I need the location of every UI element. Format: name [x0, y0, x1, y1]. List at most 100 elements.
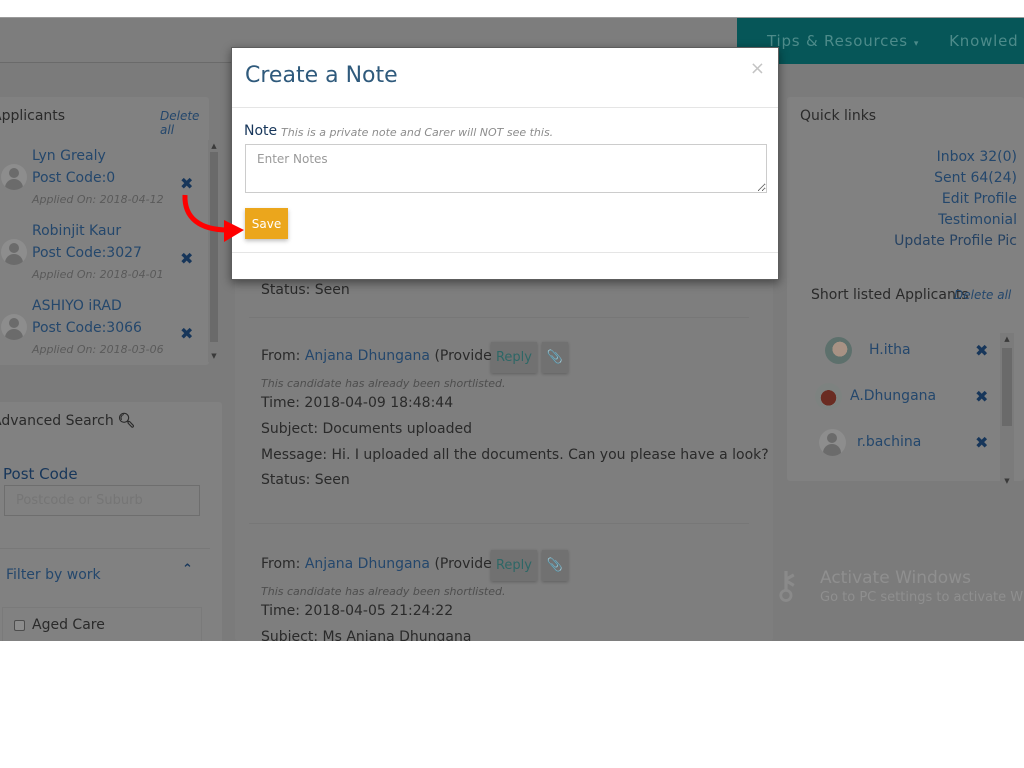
shortlisted-item[interactable]: H.itha ✖ [787, 333, 1002, 373]
applicant-item[interactable]: Lyn Grealy Post Code:0 Applied On: 2018-… [0, 137, 200, 212]
nav-tips-label: Tips & Resources [767, 32, 908, 50]
applicant-applied-on: Applied On: 2018-04-01 [32, 268, 164, 281]
avatar [825, 337, 852, 364]
applicant-post-code: Post Code:3027 [32, 245, 142, 261]
message-status: Status: Seen [261, 282, 350, 298]
shortlisted-name[interactable]: H.itha [869, 342, 911, 358]
applicant-item[interactable]: ASHIYO iRAD Post Code:3066 Applied On: 2… [0, 287, 200, 362]
reply-button[interactable]: Reply [491, 342, 537, 373]
shortlisted-delete-all-link[interactable]: Delete all [954, 288, 1011, 302]
save-button[interactable]: Save [245, 208, 288, 239]
nav-knowledge[interactable]: Knowled [949, 32, 1018, 50]
search-icon[interactable]: 🔍︎ [118, 413, 136, 429]
scroll-down-icon[interactable]: ▼ [1000, 477, 1014, 485]
message-subject: Subject: Ms Anjana Dhungana [261, 629, 472, 641]
applicant-name[interactable]: Lyn Grealy [32, 148, 106, 164]
attachment-icon[interactable]: 📎 [542, 550, 568, 581]
avatar [1, 314, 27, 340]
advanced-search-label: Advanced Search [0, 413, 114, 429]
note-textarea[interactable] [245, 144, 767, 193]
caret-down-icon: ▾ [913, 39, 920, 49]
quick-links-title: Quick links [800, 108, 877, 124]
remove-shortlisted-icon[interactable]: ✖ [975, 387, 988, 406]
key-icon: ⚷ [772, 563, 800, 607]
sender-name-link[interactable]: Anjana Dhungana [305, 348, 430, 364]
quick-link-update-profile-pic[interactable]: Update Profile Pic [894, 233, 1017, 249]
message-time: Time: 2018-04-05 21:24:22 [261, 603, 454, 619]
shortlisted-title: Short listed Applicants [811, 287, 969, 303]
post-code-input[interactable] [4, 485, 200, 516]
quick-link-testimonial[interactable]: Testimonial [938, 212, 1017, 228]
advanced-search-panel: Advanced Search🔍︎ Post Code Filter by wo… [0, 402, 222, 641]
remove-shortlisted-icon[interactable]: ✖ [975, 341, 988, 360]
scroll-up-icon[interactable]: ▲ [208, 142, 220, 150]
remove-applicant-icon[interactable]: ✖ [180, 249, 193, 268]
advanced-search-title: Advanced Search 🔍︎ [0, 413, 135, 429]
applicant-applied-on: Applied On: 2018-03-06 [32, 343, 164, 356]
applicants-list: Lyn Grealy Post Code:0 Applied On: 2018-… [0, 137, 200, 365]
watermark-subtitle: Go to PC settings to activate Windows. [820, 590, 1024, 605]
aged-care-label[interactable]: Aged Care [32, 617, 105, 633]
quick-link-inbox[interactable]: Inbox 32(0) [937, 149, 1017, 165]
shortlisted-scrollbar[interactable]: ▲ ▼ [1000, 333, 1014, 487]
avatar [815, 383, 842, 410]
message-from: From: Anjana Dhungana (Provider) [261, 348, 503, 364]
arrow-head [224, 220, 244, 242]
scroll-up-icon[interactable]: ▲ [1000, 335, 1014, 343]
quick-link-sent[interactable]: Sent 64(24) [934, 170, 1017, 186]
message-body: Message: Hi. I uploaded all the document… [261, 447, 769, 463]
message-item: From: Anjana Dhungana (Provider) Reply 📎… [249, 540, 749, 641]
scrollbar-thumb[interactable] [210, 152, 218, 342]
annotation-arrow-icon [182, 194, 244, 242]
reply-button[interactable]: Reply [491, 550, 537, 581]
message-subject: Subject: Documents uploaded [261, 421, 472, 437]
applicants-scrollbar[interactable]: ▲ ▼ [208, 140, 220, 362]
message-from: From: Anjana Dhungana (Provider) [261, 556, 503, 572]
remove-applicant-icon[interactable]: ✖ [180, 324, 193, 343]
modal-title: Create a Note [245, 63, 398, 88]
quick-link-edit-profile[interactable]: Edit Profile [942, 191, 1017, 207]
divider [232, 252, 778, 253]
avatar [1, 164, 27, 190]
avatar [819, 429, 846, 456]
divider [232, 107, 778, 108]
chevron-up-icon[interactable]: ⌃ [182, 562, 193, 577]
aged-care-checkbox[interactable] [14, 620, 25, 631]
remove-shortlisted-icon[interactable]: ✖ [975, 433, 988, 452]
from-prefix: From: [261, 556, 305, 572]
shortlisted-note: This candidate has already been shortlis… [261, 377, 506, 390]
shortlisted-name[interactable]: A.Dhungana [850, 388, 936, 404]
nav-menu: Tips & Resources ▾ Knowled [737, 18, 1024, 64]
shortlisted-name[interactable]: r.bachina [857, 434, 921, 450]
message-time: Time: 2018-04-09 18:48:44 [261, 395, 454, 411]
shortlisted-item[interactable]: A.Dhungana ✖ [787, 379, 1002, 419]
message-item: From: Anjana Dhungana (Provider) Reply 📎… [249, 332, 769, 524]
applicant-post-code: Post Code:0 [32, 170, 116, 186]
applicant-name[interactable]: Robinjit Kaur [32, 223, 121, 239]
divider [0, 548, 210, 549]
avatar [1, 239, 27, 265]
applicants-delete-all-link[interactable]: Delete all [160, 109, 209, 137]
quick-links-panel: Quick links Inbox 32(0) Sent 64(24) Edit… [787, 97, 1024, 487]
attachment-icon[interactable]: 📎 [542, 342, 568, 373]
shortlisted-item[interactable]: r.bachina ✖ [787, 425, 1002, 465]
applicant-applied-on: Applied On: 2018-04-12 [32, 193, 164, 206]
sender-name-link[interactable]: Anjana Dhungana [305, 556, 430, 572]
scrollbar-thumb[interactable] [1002, 348, 1012, 426]
message-status: Status: Seen [261, 472, 350, 488]
filter-by-work-toggle[interactable]: Filter by work [6, 567, 101, 583]
from-prefix: From: [261, 348, 305, 364]
applicants-title: Applicants [0, 108, 66, 124]
scroll-down-icon[interactable]: ▼ [208, 352, 220, 360]
arrow-curve [182, 194, 229, 233]
note-label: Note [244, 123, 278, 139]
messages-panel: Status: Seen From: Anjana Dhungana (Prov… [235, 272, 773, 641]
create-note-modal: Create a Note × Note This is a private n… [231, 47, 779, 280]
post-code-label: Post Code [3, 465, 78, 483]
shortlisted-note: This candidate has already been shortlis… [261, 585, 506, 598]
applicant-item[interactable]: Robinjit Kaur Post Code:3027 Applied On:… [0, 212, 200, 287]
note-hint: This is a private note and Carer will NO… [281, 126, 554, 139]
close-icon[interactable]: × [750, 58, 765, 79]
nav-tips-resources[interactable]: Tips & Resources ▾ [767, 32, 919, 50]
applicant-name[interactable]: ASHIYO iRAD [32, 298, 122, 314]
